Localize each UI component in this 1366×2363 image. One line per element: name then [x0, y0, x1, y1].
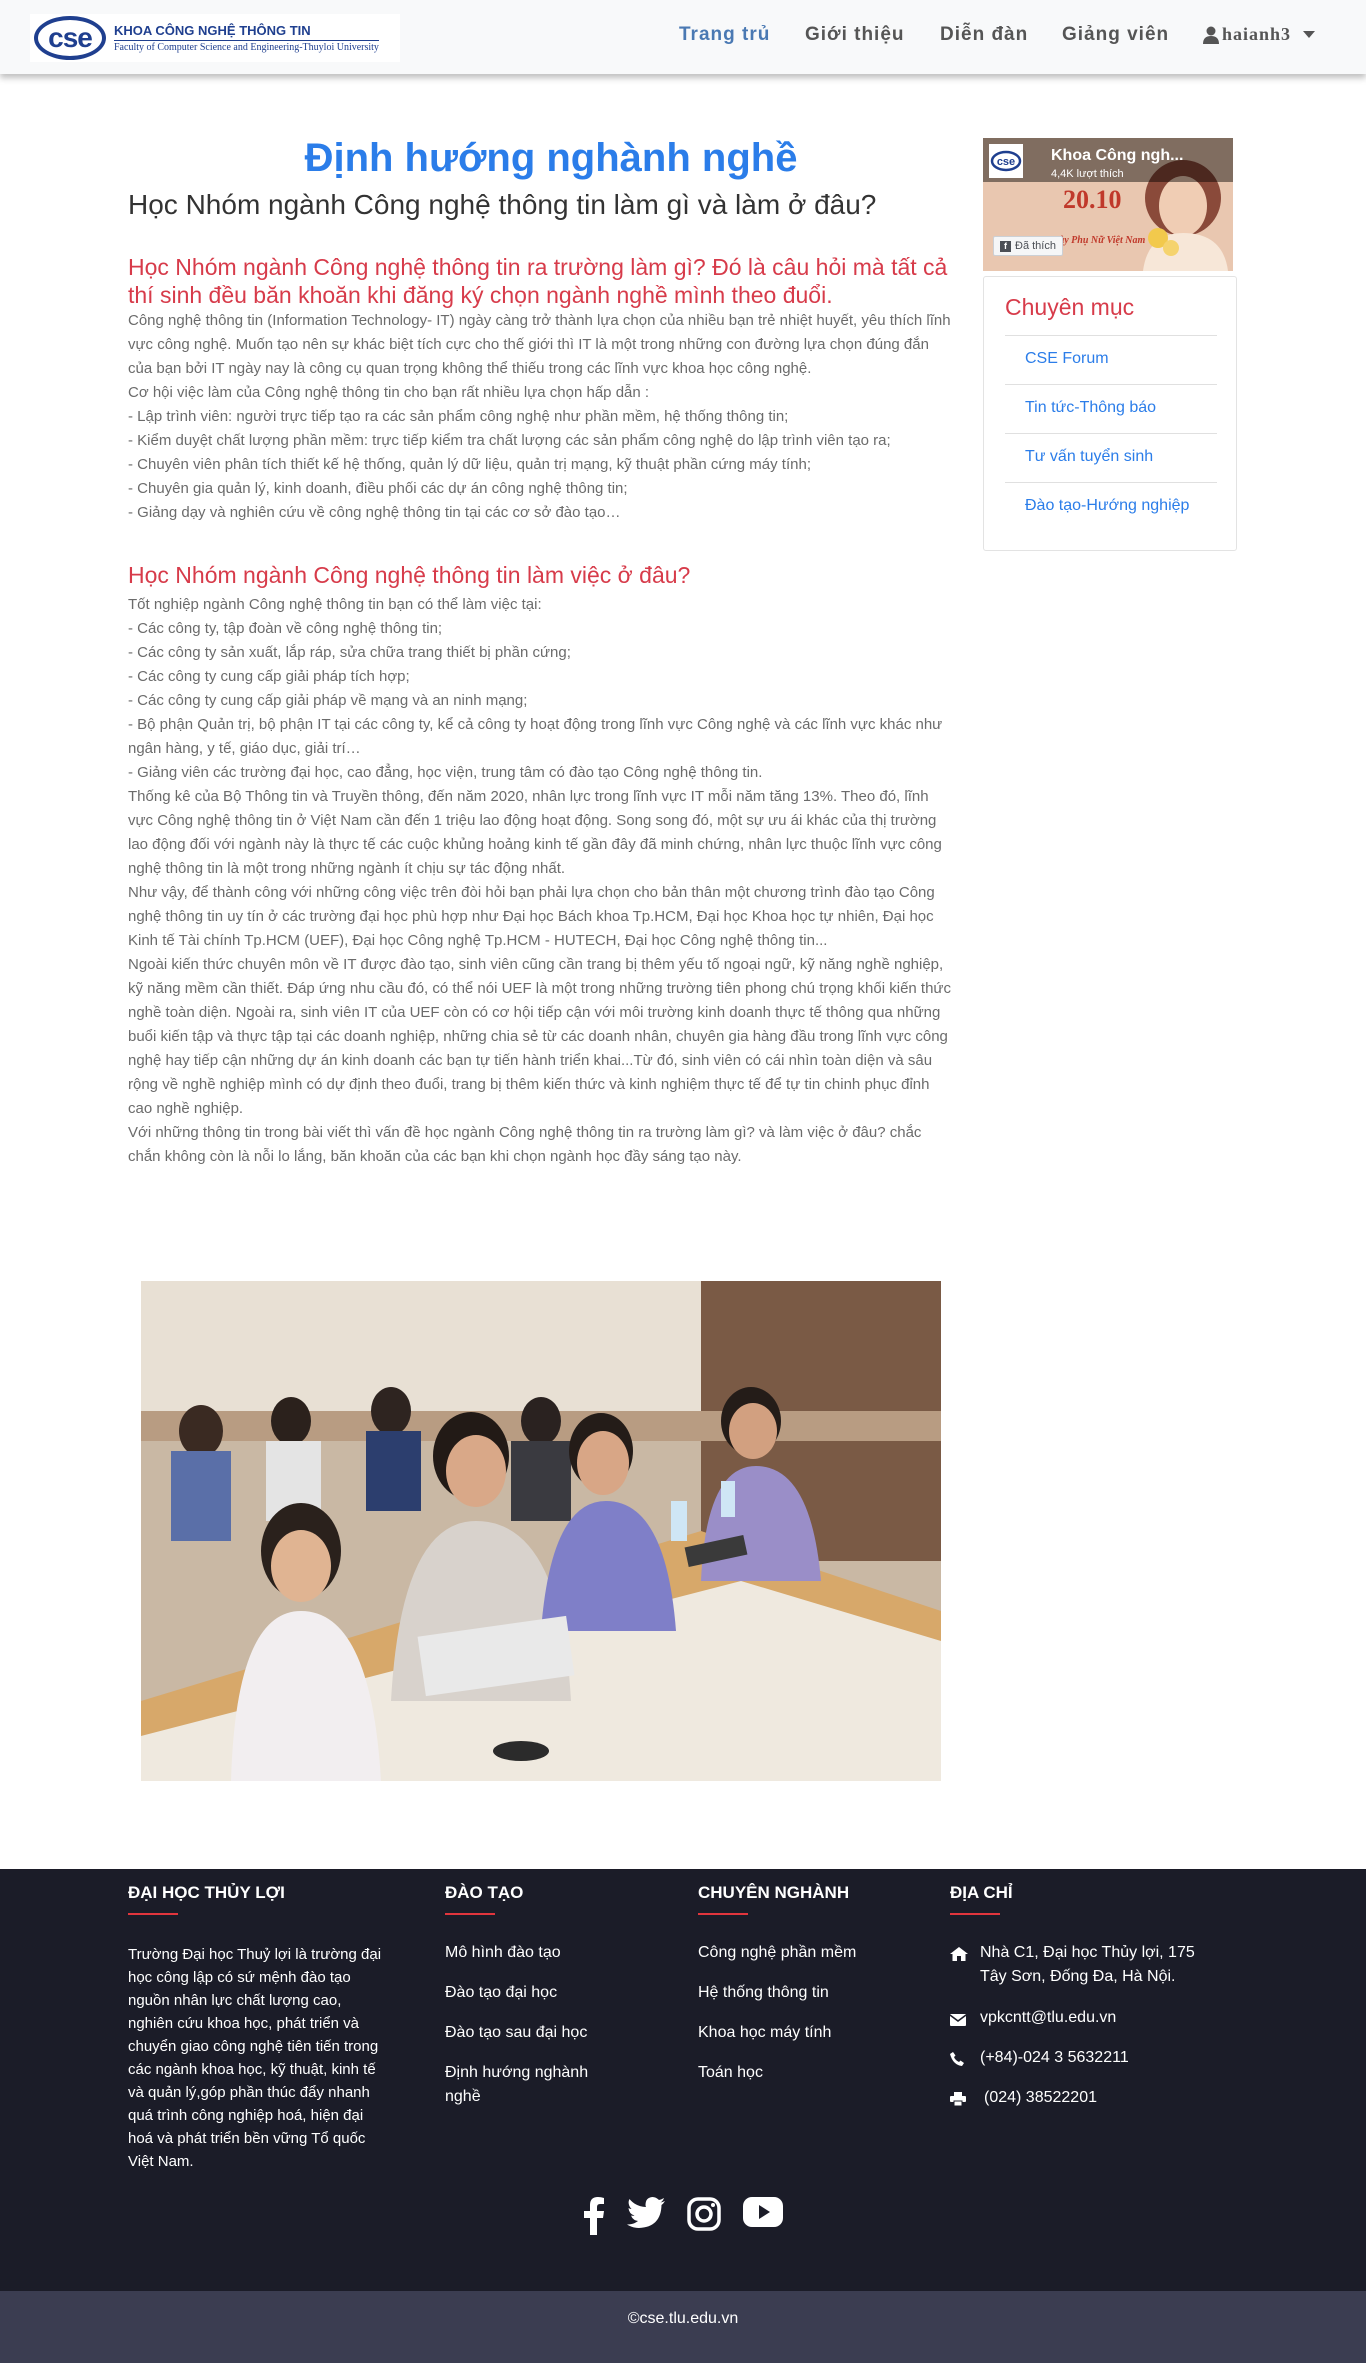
- footer-about-text: Trường Đại học Thuỷ lợi là trường đại họ…: [128, 1946, 382, 2170]
- footer-fax: (024) 38522201: [950, 2086, 1097, 2114]
- brand-subtitle: Faculty of Computer Science and Engineer…: [114, 40, 379, 53]
- footer-link-mathematics[interactable]: Toán học: [698, 2061, 763, 2085]
- footer-link-computer-science[interactable]: Khoa học máy tính: [698, 2021, 831, 2045]
- footer-heading-majors: CHUYÊN NGHÀNH: [698, 1883, 850, 1915]
- fb-page-name[interactable]: Khoa Công ngh...: [1051, 147, 1183, 165]
- list-item: - Các công ty sản xuất, lắp ráp, sửa chữ…: [128, 644, 571, 661]
- footer-heading-university: ĐẠI HỌC THỦY LỢI: [128, 1883, 285, 1915]
- paragraph: Thống kê của Bộ Thông tin và Truyền thôn…: [128, 788, 942, 877]
- list-item: - Giảng dạy và nghiên cứu về công nghệ t…: [128, 504, 621, 521]
- social-links: [0, 2197, 1366, 2240]
- youtube-icon[interactable]: [743, 2197, 783, 2240]
- category-link-admissions[interactable]: Tư vấn tuyển sinh: [1005, 433, 1217, 482]
- paragraph: Ngoài kiến thức chuyên môn về IT được đà…: [128, 956, 951, 1117]
- footer-link-career-orientation[interactable]: Định hướng nghành nghề: [445, 2061, 610, 2109]
- chevron-down-icon: [1303, 31, 1316, 38]
- page-subtitle: Học Nhóm ngành Công nghệ thông tin làm g…: [128, 189, 877, 220]
- list-item: - Các công ty, tập đoàn về công nghệ thô…: [128, 620, 443, 637]
- section-heading-careers: Học Nhóm ngành Công nghệ thông tin ra tr…: [128, 254, 948, 308]
- footer-link-postgraduate[interactable]: Đào tạo sau đại học: [445, 2021, 587, 2045]
- section-body-workplaces: Tốt nghiệp ngành Công nghệ thông tin bạn…: [128, 593, 954, 1169]
- nav-item-home[interactable]: Trang trủ: [679, 24, 770, 46]
- category-link-training[interactable]: Đào tạo-Hướng nghiệp: [1005, 482, 1217, 531]
- paragraph: Tốt nghiệp ngành Công nghệ thông tin bạn…: [128, 596, 542, 613]
- brand-name: KHOA CÔNG NGHỆ THÔNG TIN: [114, 23, 311, 38]
- nav-item-about[interactable]: Giới thiệu: [805, 24, 905, 46]
- top-navbar: cse KHOA CÔNG NGHỆ THÔNG TIN Faculty of …: [0, 0, 1366, 74]
- category-link-cse-forum[interactable]: CSE Forum: [1005, 335, 1217, 384]
- paragraph: Với những thông tin trong bài viết thì v…: [128, 1124, 922, 1165]
- user-dropdown[interactable]: haianh3: [1203, 24, 1316, 45]
- list-item: - Chuyên gia quản lý, kinh doanh, điều p…: [128, 480, 628, 497]
- print-icon: [950, 2086, 980, 2114]
- twitter-icon[interactable]: [627, 2197, 665, 2240]
- fb-banner-number: 20.10: [1063, 185, 1122, 214]
- nav-item-forum[interactable]: Diễn đàn: [940, 24, 1028, 46]
- nav-item-lecturers[interactable]: Giảng viên: [1062, 24, 1169, 46]
- page-title: Định hướng nghành nghề: [304, 136, 798, 180]
- home-icon: [950, 1941, 980, 1989]
- copyright-bar: ©cse.tlu.edu.vn: [0, 2291, 1366, 2363]
- fb-like-label: Đã thích: [1015, 240, 1056, 252]
- fb-like-count: 4,4K lượt thích: [1051, 168, 1124, 180]
- paragraph: Cơ hội việc làm của Công nghệ thông tin …: [128, 384, 650, 401]
- section-heading-workplaces: Học Nhóm ngành Công nghệ thông tin làm v…: [128, 562, 691, 588]
- footer-heading-address: ĐỊA CHỈ: [950, 1883, 1013, 1915]
- username: haianh3: [1222, 24, 1292, 44]
- list-item: - Các công ty cung cấp giải pháp tích hợ…: [128, 668, 410, 685]
- facebook-icon: f: [1000, 240, 1011, 252]
- footer-heading-training: ĐÀO TẠO: [445, 1883, 524, 1915]
- footer-phone[interactable]: (+84)-024 3 5632211: [950, 2046, 1129, 2074]
- list-item: - Giảng viên các trường đại học, cao đẳn…: [128, 764, 763, 781]
- category-link-news[interactable]: Tin tức-Thông báo: [1005, 384, 1217, 433]
- brand-text: KHOA CÔNG NGHỆ THÔNG TIN Faculty of Comp…: [114, 23, 379, 53]
- footer-link-software-engineering[interactable]: Công nghệ phần mềm: [698, 1941, 856, 1965]
- envelope-icon: [949, 2006, 980, 2034]
- article: Định hướng nghành nghề Học Nhóm ngành Cô…: [128, 136, 954, 1169]
- fb-like-button[interactable]: f Đã thích: [993, 236, 1063, 256]
- categories-title: Chuyên mục: [1005, 294, 1135, 320]
- footer-address: Nhà C1, Đại học Thủy lợi, 175 Tây Sơn, Đ…: [950, 1941, 1220, 1989]
- paragraph: Công nghệ thông tin (Information Technol…: [128, 312, 951, 377]
- user-icon: [1203, 26, 1219, 44]
- footer-email[interactable]: vpkcntt@tlu.edu.vn: [949, 2006, 1116, 2034]
- footer-link-undergraduate[interactable]: Đào tạo đại học: [445, 1981, 557, 2005]
- list-item: - Lập trình viên: người trực tiếp tạo ra…: [128, 408, 789, 425]
- paragraph: Như vậy, để thành công với những công vi…: [128, 884, 935, 949]
- footer-link-training-model[interactable]: Mô hình đào tạo: [445, 1941, 561, 1965]
- categories-panel: Chuyên mục CSE Forum Tin tức-Thông báo T…: [983, 276, 1237, 551]
- phone-icon: [950, 2046, 980, 2074]
- brand-logo[interactable]: cse KHOA CÔNG NGHỆ THÔNG TIN Faculty of …: [30, 14, 400, 62]
- instagram-icon[interactable]: [687, 2197, 721, 2240]
- list-item: - Các công ty cung cấp giải pháp về mạng…: [128, 692, 528, 709]
- cse-logo-mark: cse: [34, 16, 106, 60]
- footer-link-information-systems[interactable]: Hệ thống thông tin: [698, 1981, 829, 2005]
- site-footer: ĐẠI HỌC THỦY LỢI Trường Đại học Thuỷ lợi…: [0, 1869, 1366, 2291]
- list-item: - Bộ phận Quản trị, bộ phận IT tại các c…: [128, 716, 943, 757]
- article-photo: [141, 1281, 941, 1781]
- facebook-icon[interactable]: [583, 2197, 605, 2240]
- facebook-page-widget[interactable]: cse Ngày Phụ Nữ Việt Nam 20.10 Khoa Công…: [983, 138, 1233, 271]
- copyright-text: ©cse.tlu.edu.vn: [627, 2310, 739, 2327]
- svg-text:cse: cse: [997, 156, 1015, 168]
- section-body-careers: Công nghệ thông tin (Information Technol…: [128, 309, 954, 525]
- list-item: - Chuyên viên phân tích thiết kế hệ thốn…: [128, 456, 811, 473]
- list-item: - Kiểm duyệt chất lượng phần mềm: trực t…: [128, 432, 891, 449]
